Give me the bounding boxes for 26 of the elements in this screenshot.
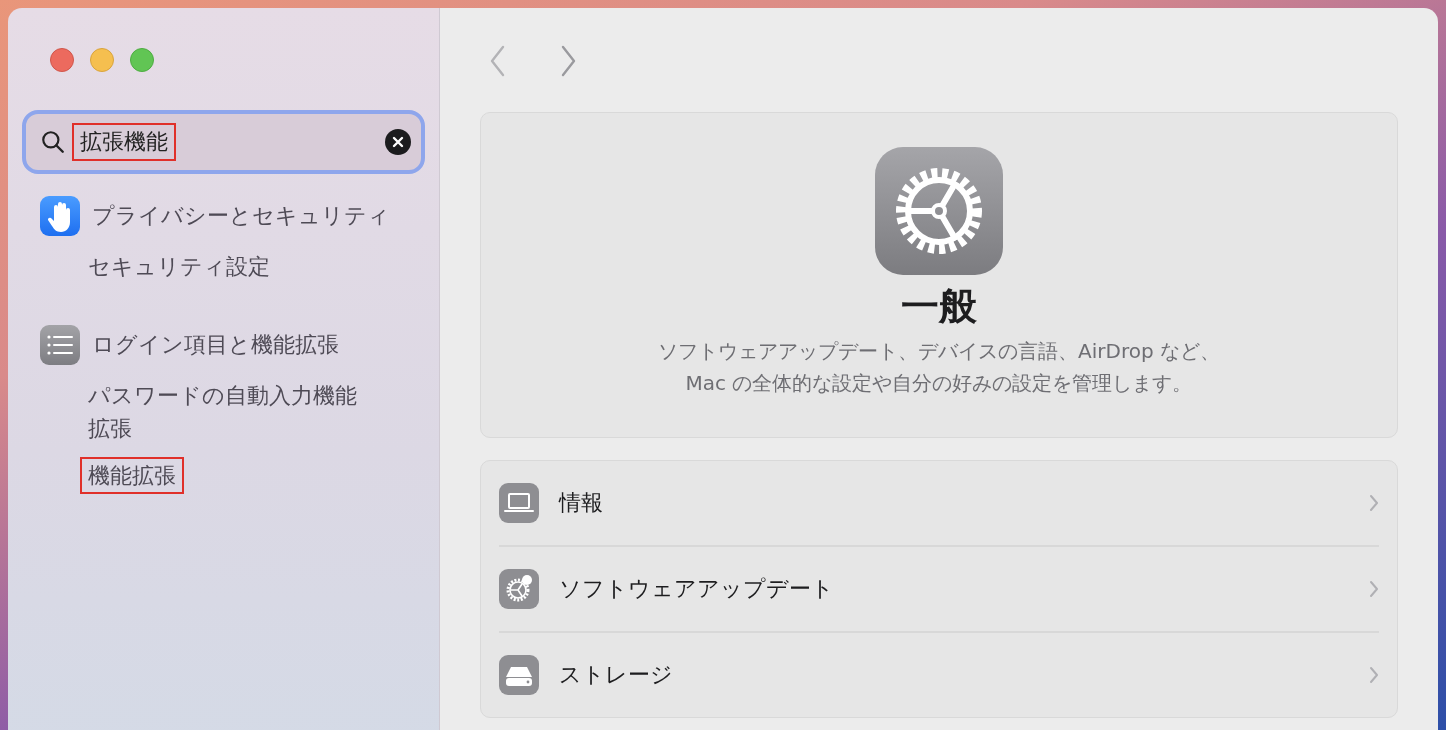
result-item[interactable]: パスワードの自動入力機能拡張 (80, 377, 382, 447)
hand-icon (40, 196, 80, 236)
zoom-button[interactable] (130, 48, 154, 72)
settings-row[interactable]: 情報 (499, 461, 1379, 545)
laptop-icon (499, 483, 539, 523)
chevron-icon (1369, 494, 1379, 512)
section-title: 一般 (901, 283, 977, 329)
settings-row[interactable]: ストレージ (499, 633, 1379, 717)
chevron-icon (1369, 580, 1379, 598)
drive-icon (499, 655, 539, 695)
section-description: ソフトウェアアップデート、デバイスの言語、AirDrop など、 Mac の全体的な設定や自分の好みの設定を管理します。 (658, 338, 1220, 397)
result-item[interactable]: セキュリティ設定 (80, 248, 278, 285)
settings-row[interactable]: ソフトウェアアップデート (499, 547, 1379, 631)
close-button[interactable] (50, 48, 74, 72)
list-icon (40, 325, 80, 365)
gear-icon (875, 147, 1003, 275)
result-title[interactable]: ログイン項目と機能拡張 (92, 330, 339, 360)
search-field[interactable]: 拡張機能 (22, 110, 425, 174)
clear-icon[interactable] (385, 129, 411, 155)
result-item[interactable]: 機能拡張 (80, 457, 184, 494)
result-title[interactable]: プライバシーとセキュリティ (92, 201, 390, 231)
search-icon (40, 129, 66, 155)
gear-icon (499, 569, 539, 609)
minimize-button[interactable] (90, 48, 114, 72)
chevron-icon (1369, 666, 1379, 684)
search-text: 拡張機能 (72, 123, 176, 161)
